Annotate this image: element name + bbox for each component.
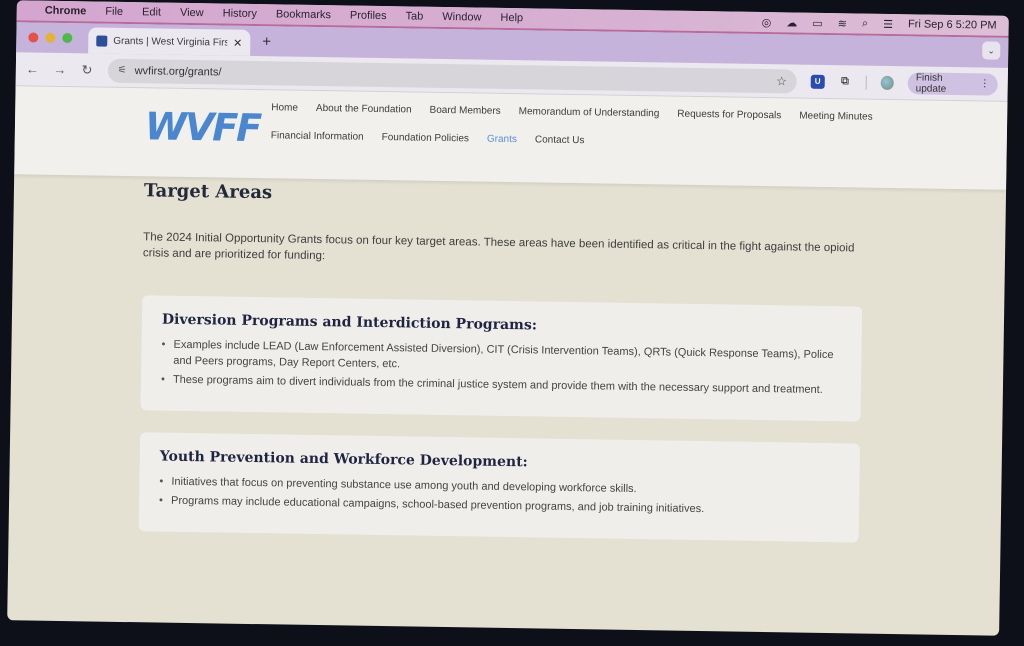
nav-link-requests-for-proposals[interactable]: Requests for Proposals <box>677 109 781 122</box>
nav-row-primary: Home About the Foundation Board Members Mem… <box>271 102 891 123</box>
nav-link-meeting-minutes[interactable]: Meeting Minutes <box>799 111 873 123</box>
site-settings-icon[interactable]: ⚟ <box>118 65 127 76</box>
target-area-card: Diversion Programs and Interdiction Prog… <box>140 295 863 422</box>
menu-window[interactable]: Window <box>442 11 481 24</box>
maximize-window-button[interactable] <box>62 32 73 44</box>
minimize-window-button[interactable] <box>45 32 56 43</box>
menu-bar-status-area: ◎ ☁ ▭ ≋ ⌕ ☰ Fri Sep 6 5:20 PM <box>762 15 997 32</box>
window-controls <box>28 32 73 44</box>
close-window-button[interactable] <box>28 32 39 43</box>
main-content: Target Areas The 2024 Initial Opportunit… <box>138 180 884 543</box>
battery-charging-icon[interactable]: ▭ <box>812 16 823 29</box>
profile-avatar-icon[interactable] <box>880 75 894 90</box>
forward-arrow-icon[interactable]: → <box>53 62 67 77</box>
spotlight-search-icon[interactable]: ⌕ <box>862 17 868 30</box>
bookmark-star-icon[interactable]: ☆ <box>776 74 787 88</box>
card-title: Diversion Programs and Interdiction Prog… <box>161 311 538 334</box>
cloud-icon[interactable]: ☁ <box>786 16 797 29</box>
menu-history[interactable]: History <box>223 7 257 20</box>
menu-profiles[interactable]: Profiles <box>350 9 387 22</box>
nav-link-home[interactable]: Home <box>271 102 298 113</box>
finish-update-button[interactable]: Finish update ⋮ <box>907 71 998 96</box>
card-bullet-list: Initiatives that focus on preventing sub… <box>159 474 839 520</box>
reload-icon[interactable]: ↻ <box>80 62 94 78</box>
close-tab-icon[interactable]: ✕ <box>233 36 242 49</box>
site-header: WVFF Home About the Foundation Board Membe… <box>14 86 1008 190</box>
intro-paragraph: The 2024 Initial Opportunity Grants focu… <box>142 231 855 263</box>
wifi-icon[interactable]: ≋ <box>838 17 847 30</box>
bitwarden-extension-icon[interactable]: U <box>810 74 825 89</box>
card-title: Youth Prevention and Workforce Developme… <box>159 448 528 470</box>
nav-link-memorandum-of-understanding[interactable]: Memorandum of Understanding <box>519 106 660 119</box>
list-item: Examples include LEAD (Law Enforcement A… <box>161 338 841 380</box>
control-center-icon[interactable]: ☰ <box>883 17 893 30</box>
wvff-logo[interactable]: WVFF <box>145 104 261 150</box>
target-area-cards: Diversion Programs and Interdiction Prog… <box>138 295 883 543</box>
finish-update-label: Finish update <box>915 71 947 95</box>
target-area-card: Youth Prevention and Workforce Developme… <box>138 431 861 543</box>
new-tab-button[interactable]: + <box>262 33 271 50</box>
menu-help[interactable]: Help <box>500 12 523 24</box>
nav-row-secondary: Financial Information Foundation Policies… <box>271 130 891 151</box>
tab-search-chevron-icon[interactable]: ⌄ <box>982 41 1001 60</box>
extensions-puzzle-icon[interactable]: ⧉ <box>838 75 851 89</box>
address-bar[interactable]: ⚟ wvfirst.org/grants/ ☆ <box>107 58 798 94</box>
laptop-screen: Chrome File Edit View History Bookmarks … <box>7 0 1009 636</box>
menu-edit[interactable]: Edit <box>142 6 161 18</box>
site-navigation: Home About the Foundation Board Members Mem… <box>270 102 891 168</box>
menu-bookmarks[interactable]: Bookmarks <box>276 8 331 21</box>
back-arrow-icon[interactable]: ← <box>26 61 40 76</box>
nav-link-board-members[interactable]: Board Members <box>429 105 500 117</box>
card-bullet-list: Examples include LEAD (Law Enforcement A… <box>161 338 842 399</box>
more-menu-icon[interactable]: ⋮ <box>980 78 990 89</box>
nav-link-financial-information[interactable]: Financial Information <box>271 130 364 142</box>
nav-link-about-the-foundation[interactable]: About the Foundation <box>316 103 412 116</box>
tab-title: Grants | West Virginia First Fo <box>113 35 228 49</box>
menu-app-chrome[interactable]: Chrome <box>45 5 87 18</box>
toolbar-divider <box>865 75 867 90</box>
nav-link-contact-us[interactable]: Contact Us <box>535 134 585 146</box>
nav-link-foundation-policies[interactable]: Foundation Policies <box>382 132 469 144</box>
url-text[interactable]: wvfirst.org/grants/ <box>135 65 769 87</box>
menu-view[interactable]: View <box>180 7 204 19</box>
creative-cloud-icon[interactable]: ◎ <box>762 15 772 28</box>
menu-tab[interactable]: Tab <box>406 10 424 22</box>
nav-link-grants[interactable]: Grants <box>487 134 517 145</box>
menu-file[interactable]: File <box>105 6 123 18</box>
browser-tab-grants[interactable]: Grants | West Virginia First Fo ✕ <box>88 27 251 56</box>
site-favicon-icon <box>96 34 108 47</box>
menu-bar-clock[interactable]: Fri Sep 6 5:20 PM <box>908 18 997 31</box>
